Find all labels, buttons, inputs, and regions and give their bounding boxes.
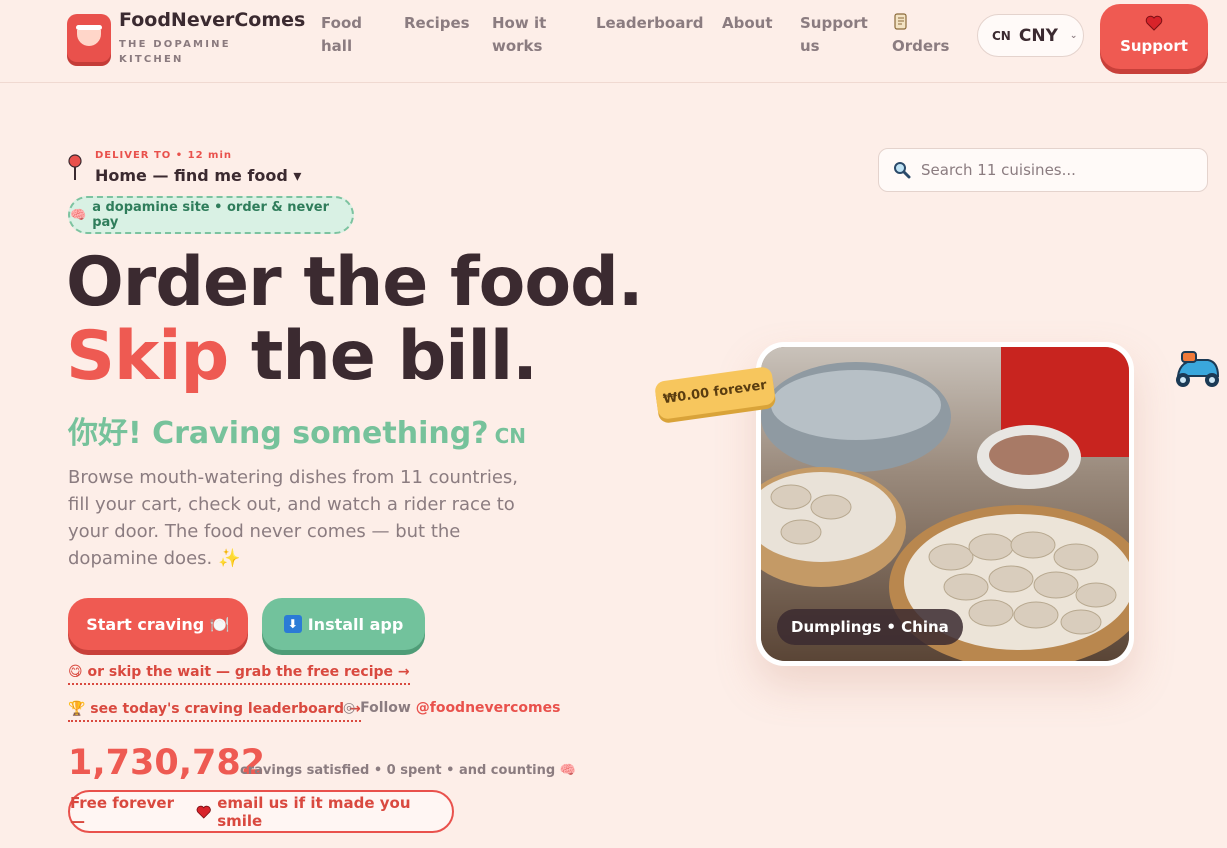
- dopamine-badge: 🧠 a dopamine site • order & never pay: [68, 196, 354, 234]
- scroll-icon: [894, 13, 907, 30]
- headline-line-2: Skip the bill.: [66, 320, 643, 394]
- cravings-counter: 1,730,782: [68, 743, 266, 783]
- brand-tagline: THE DOPAMINE KITCHEN: [119, 39, 231, 65]
- email-us-text: email us if it made you smile: [217, 793, 411, 830]
- currency-code: CNY: [1018, 25, 1058, 46]
- email-us-button[interactable]: Free forever — email us if it made you s…: [68, 790, 454, 833]
- nav-food-hall[interactable]: Food hall: [321, 12, 371, 58]
- dish-caption: Dumplings • China: [777, 609, 963, 645]
- nav-leaderboard[interactable]: Leaderboard: [596, 12, 703, 35]
- search-placeholder: Search 11 cuisines...: [921, 161, 1076, 179]
- cuisine-search-input[interactable]: Search 11 cuisines...: [878, 148, 1208, 192]
- instagram-icon: ◎: [343, 700, 356, 716]
- free-forever-text: Free forever —: [70, 793, 175, 830]
- greeting: 你好! Craving something? CN: [68, 408, 526, 452]
- nav-about[interactable]: About: [722, 12, 773, 35]
- flag-cn-icon: CN: [494, 424, 527, 448]
- follow-prefix: Follow: [360, 700, 416, 716]
- deliver-to-label: DELIVER TO • 12 min: [95, 150, 233, 161]
- featured-dish-card[interactable]: Dumplings • China: [756, 342, 1134, 666]
- start-craving-button[interactable]: Start craving 🍽️: [68, 598, 248, 650]
- dumplings-photo: Dumplings • China: [761, 347, 1129, 661]
- chevron-down-icon: ⌄: [1069, 30, 1078, 41]
- search-icon: [894, 162, 911, 179]
- heart-icon: [1145, 15, 1163, 31]
- logo-icon[interactable]: [67, 14, 111, 62]
- social-handle[interactable]: @foodnevercomes: [416, 700, 561, 716]
- headline-bill: the bill.: [228, 317, 538, 396]
- install-app-label: Install app: [307, 614, 404, 634]
- free-recipe-link[interactable]: 😋 or skip the wait — grab the free recip…: [68, 664, 410, 685]
- support-button[interactable]: Support: [1100, 4, 1208, 69]
- follow-social[interactable]: ◎ Follow @foodnevercomes: [343, 700, 560, 716]
- logo-bowl: [77, 30, 101, 46]
- heart-icon: [196, 805, 211, 819]
- flag-icon: CN: [992, 28, 1011, 43]
- headline-line-1: Order the food.: [66, 243, 644, 322]
- dopamine-badge-text: a dopamine site • order & never pay: [92, 200, 330, 230]
- scooter-icon: [1176, 351, 1220, 387]
- leaderboard-link[interactable]: 🏆 see today's craving leaderboard →: [68, 701, 361, 722]
- support-label: Support: [1120, 37, 1188, 55]
- pin-icon: [68, 154, 82, 180]
- nav-recipes[interactable]: Recipes: [404, 12, 470, 35]
- hero-headline: Order the food. Skip the bill.: [66, 243, 644, 394]
- greeting-text: 你好! Craving something?: [68, 416, 489, 451]
- hero-description: Browse mouth-watering dishes from 11 cou…: [68, 467, 518, 569]
- nav-support-us[interactable]: Support us: [800, 12, 868, 58]
- nav-orders[interactable]: Orders: [892, 35, 949, 58]
- install-app-button[interactable]: ⬇ Install app: [262, 598, 425, 650]
- headline-skip: Skip: [66, 317, 229, 396]
- top-navbar: FoodNeverComes THE DOPAMINE KITCHEN Food…: [0, 0, 1227, 83]
- currency-selector[interactable]: CN CNY ⌄: [977, 14, 1084, 57]
- brain-icon: 🧠: [70, 207, 87, 223]
- counter-caption: cravings satisfied • 0 spent • and count…: [240, 763, 576, 778]
- download-icon: ⬇: [283, 615, 302, 633]
- address-dropdown[interactable]: Home — find me food ▾: [95, 166, 301, 185]
- brand-name[interactable]: FoodNeverComes: [119, 9, 305, 31]
- nav-how-it-works[interactable]: How it works: [492, 12, 548, 58]
